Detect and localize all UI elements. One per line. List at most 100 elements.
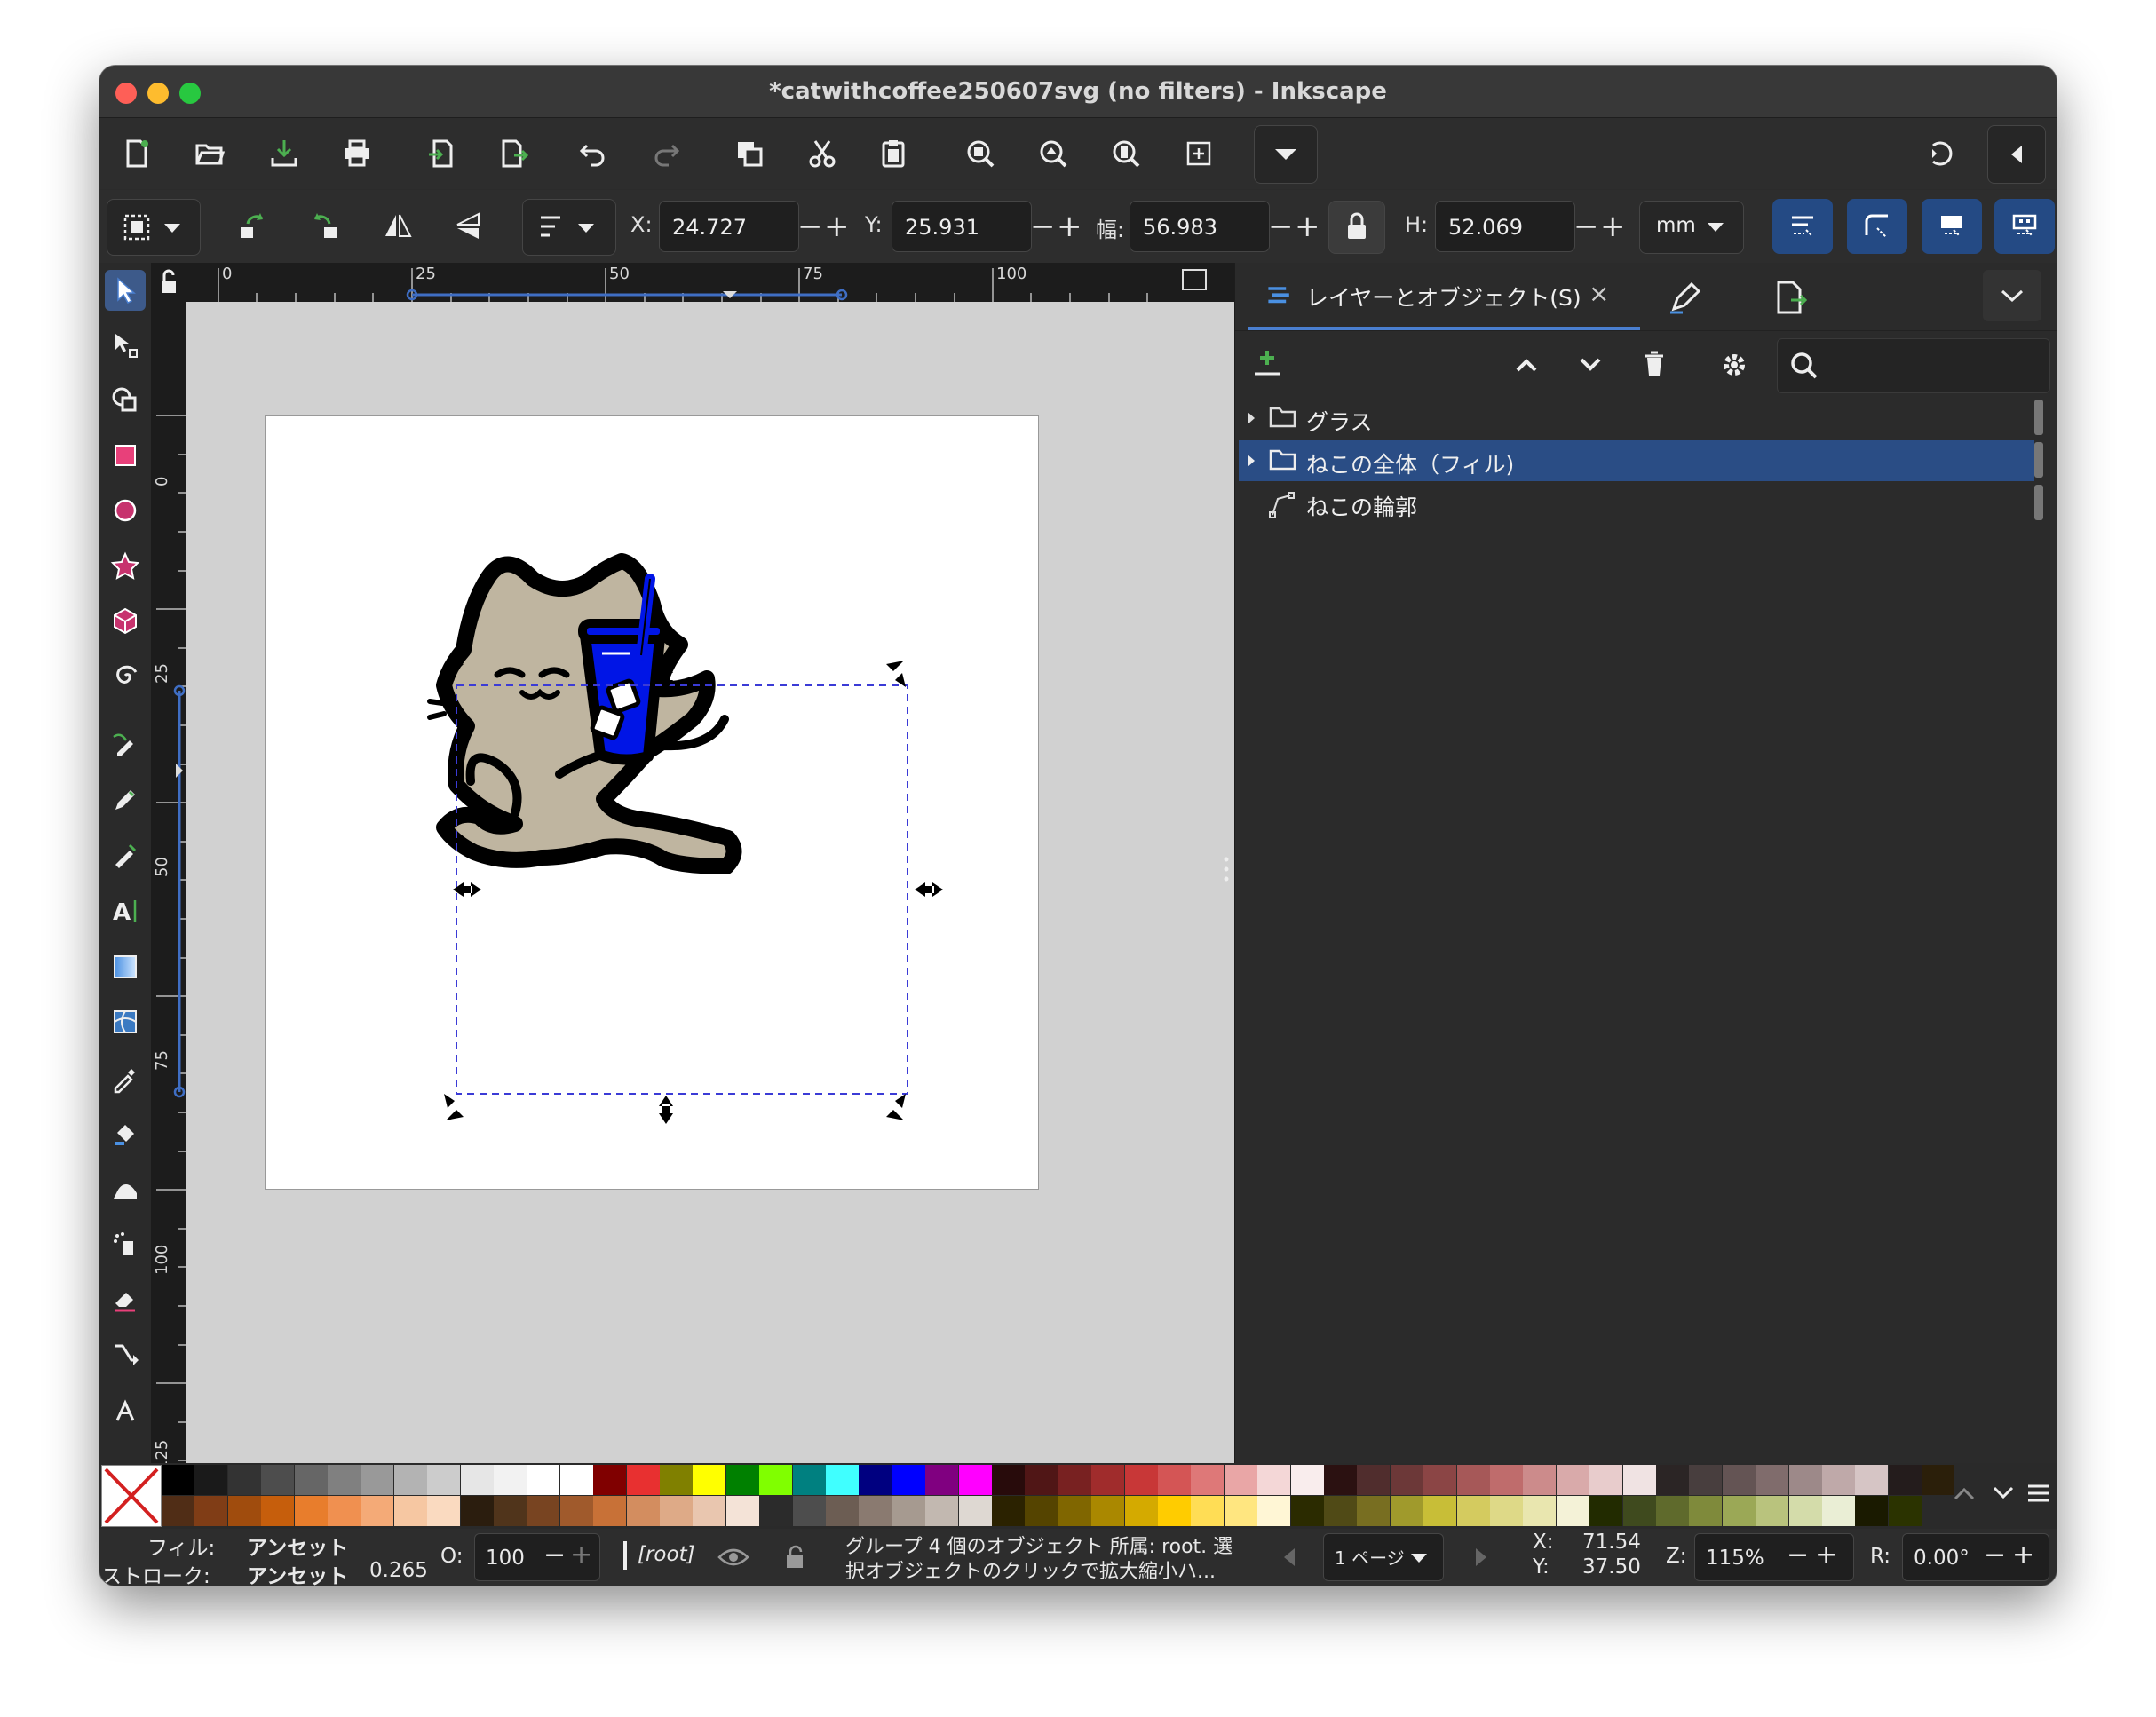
- palette-menu-icon[interactable]: [2023, 1477, 2055, 1509]
- palette-swatch[interactable]: [1490, 1465, 1523, 1495]
- measure-tool-icon[interactable]: [105, 1390, 146, 1431]
- cat-group[interactable]: [427, 553, 742, 874]
- palette-swatch[interactable]: [1191, 1465, 1225, 1495]
- palette-swatch[interactable]: [1456, 1465, 1490, 1495]
- width-decrement-button[interactable]: −: [1268, 201, 1294, 252]
- redo-icon[interactable]: [638, 125, 694, 182]
- palette-swatch[interactable]: [1822, 1496, 1855, 1526]
- palette-swatch[interactable]: [792, 1465, 826, 1495]
- ruler-corner[interactable]: [151, 263, 186, 302]
- palette-swatch[interactable]: [859, 1496, 892, 1526]
- palette-swatch[interactable]: [1124, 1465, 1158, 1495]
- palette-swatch[interactable]: [1324, 1465, 1357, 1495]
- drawing[interactable]: [186, 302, 1234, 1491]
- width-increment-button[interactable]: +: [1295, 201, 1320, 252]
- tab-layers-objects[interactable]: レイヤーとオブジェクト(S) ×: [1248, 263, 1640, 330]
- paste-icon[interactable]: [865, 125, 922, 182]
- list-scroll-segment[interactable]: [2034, 442, 2043, 478]
- selector-tool-icon[interactable]: [105, 270, 146, 311]
- star-tool-icon[interactable]: [105, 545, 146, 586]
- palette-swatch[interactable]: [460, 1496, 494, 1526]
- palette-swatch[interactable]: [328, 1496, 361, 1526]
- spiral-tool-icon[interactable]: [105, 655, 146, 696]
- palette-swatch[interactable]: [826, 1465, 859, 1495]
- palette-swatch[interactable]: [1855, 1465, 1889, 1495]
- rotate-left-button[interactable]: −: [1984, 1539, 2006, 1571]
- duplicate-icon[interactable]: [721, 125, 778, 182]
- palette-swatch[interactable]: [460, 1465, 494, 1495]
- y-increment-button[interactable]: +: [1057, 201, 1082, 252]
- calligraphy-tool-icon[interactable]: [105, 835, 146, 875]
- height-field[interactable]: 52.069: [1435, 201, 1575, 252]
- palette-swatch[interactable]: [1158, 1465, 1191, 1495]
- import-icon[interactable]: [414, 125, 471, 182]
- cut-icon[interactable]: [794, 125, 851, 182]
- palette-swatch[interactable]: [1025, 1465, 1058, 1495]
- palette-swatch[interactable]: [294, 1496, 328, 1526]
- panel-resize-handle[interactable]: [1224, 856, 1229, 882]
- layer-visibility-icon[interactable]: [716, 1541, 751, 1573]
- save-icon[interactable]: [256, 125, 313, 182]
- palette-swatch[interactable]: [892, 1465, 925, 1495]
- more-commands-button[interactable]: [1254, 125, 1318, 184]
- palette-swatch[interactable]: [1656, 1465, 1689, 1495]
- undo-icon[interactable]: [565, 125, 622, 182]
- palette-swatch[interactable]: [1058, 1496, 1091, 1526]
- palette-swatch[interactable]: [162, 1496, 194, 1526]
- palette-swatch[interactable]: [527, 1496, 560, 1526]
- palette-swatch[interactable]: [1456, 1496, 1490, 1526]
- opacity-decrement-button[interactable]: −: [543, 1539, 566, 1571]
- palette-swatch[interactable]: [559, 1496, 593, 1526]
- palette-swatch[interactable]: [361, 1496, 394, 1526]
- palette-swatch[interactable]: [1290, 1496, 1324, 1526]
- palette-swatch[interactable]: [393, 1465, 427, 1495]
- open-folder-icon[interactable]: [181, 125, 238, 182]
- object-row-cat-fill[interactable]: ねこの全体（フィル): [1239, 440, 2043, 481]
- snap-toggle-icon[interactable]: [1911, 125, 1968, 182]
- palette-swatch[interactable]: [1622, 1465, 1656, 1495]
- palette-swatch[interactable]: [1091, 1496, 1125, 1526]
- tab-close-icon[interactable]: ×: [1589, 279, 1609, 308]
- palette-swatch[interactable]: [1357, 1465, 1391, 1495]
- object-row-glass[interactable]: グラス: [1239, 398, 2043, 439]
- stroke-value[interactable]: アンセット: [247, 1559, 348, 1586]
- palette-swatch[interactable]: [1589, 1496, 1623, 1526]
- gradient-tool-icon[interactable]: [105, 946, 146, 987]
- palette-swatch[interactable]: [1390, 1465, 1423, 1495]
- palette-swatch[interactable]: [1290, 1465, 1324, 1495]
- palette-swatch[interactable]: [1224, 1496, 1257, 1526]
- flip-horizontal-icon[interactable]: [369, 198, 426, 255]
- palette-swatch[interactable]: [1257, 1496, 1291, 1526]
- ellipse-tool-icon[interactable]: [105, 490, 146, 531]
- transform-patterns-button[interactable]: [1994, 199, 2055, 254]
- palette-swatch[interactable]: [1158, 1496, 1191, 1526]
- palette-swatch[interactable]: [693, 1465, 726, 1495]
- palette-swatch[interactable]: [261, 1496, 295, 1526]
- unit-dropdown[interactable]: mm: [1639, 201, 1744, 254]
- palette-swatch[interactable]: [1523, 1465, 1557, 1495]
- move-up-icon[interactable]: [1505, 344, 1548, 386]
- spray-tool-icon[interactable]: [105, 1223, 146, 1264]
- palette-swatch[interactable]: [693, 1496, 726, 1526]
- palette-swatch[interactable]: [1556, 1465, 1589, 1495]
- palette-swatch[interactable]: [1756, 1465, 1789, 1495]
- palette-swatch[interactable]: [1224, 1465, 1257, 1495]
- palette-swatch[interactable]: [660, 1465, 693, 1495]
- palette-swatch[interactable]: [925, 1465, 959, 1495]
- palette-swatch[interactable]: [1556, 1496, 1589, 1526]
- palette-swatch[interactable]: [1324, 1496, 1357, 1526]
- palette-swatch[interactable]: [1025, 1496, 1058, 1526]
- palette-swatch[interactable]: [559, 1465, 593, 1495]
- palette-swatch[interactable]: [826, 1496, 859, 1526]
- palette-swatch[interactable]: [427, 1496, 461, 1526]
- width-field[interactable]: 56.983: [1130, 201, 1270, 252]
- paint-bucket-icon[interactable]: [105, 1113, 146, 1154]
- select-mode-dropdown[interactable]: [107, 199, 201, 256]
- palette-swatch[interactable]: [494, 1465, 527, 1495]
- rectangle-tool-icon[interactable]: [105, 435, 146, 476]
- palette-swatch[interactable]: [1091, 1465, 1125, 1495]
- object-row-cat-outline[interactable]: ねこの輪郭: [1239, 483, 2043, 524]
- scale-corners-button[interactable]: [1847, 199, 1907, 254]
- palette-swatch[interactable]: [1523, 1496, 1557, 1526]
- palette-swatch[interactable]: [427, 1465, 461, 1495]
